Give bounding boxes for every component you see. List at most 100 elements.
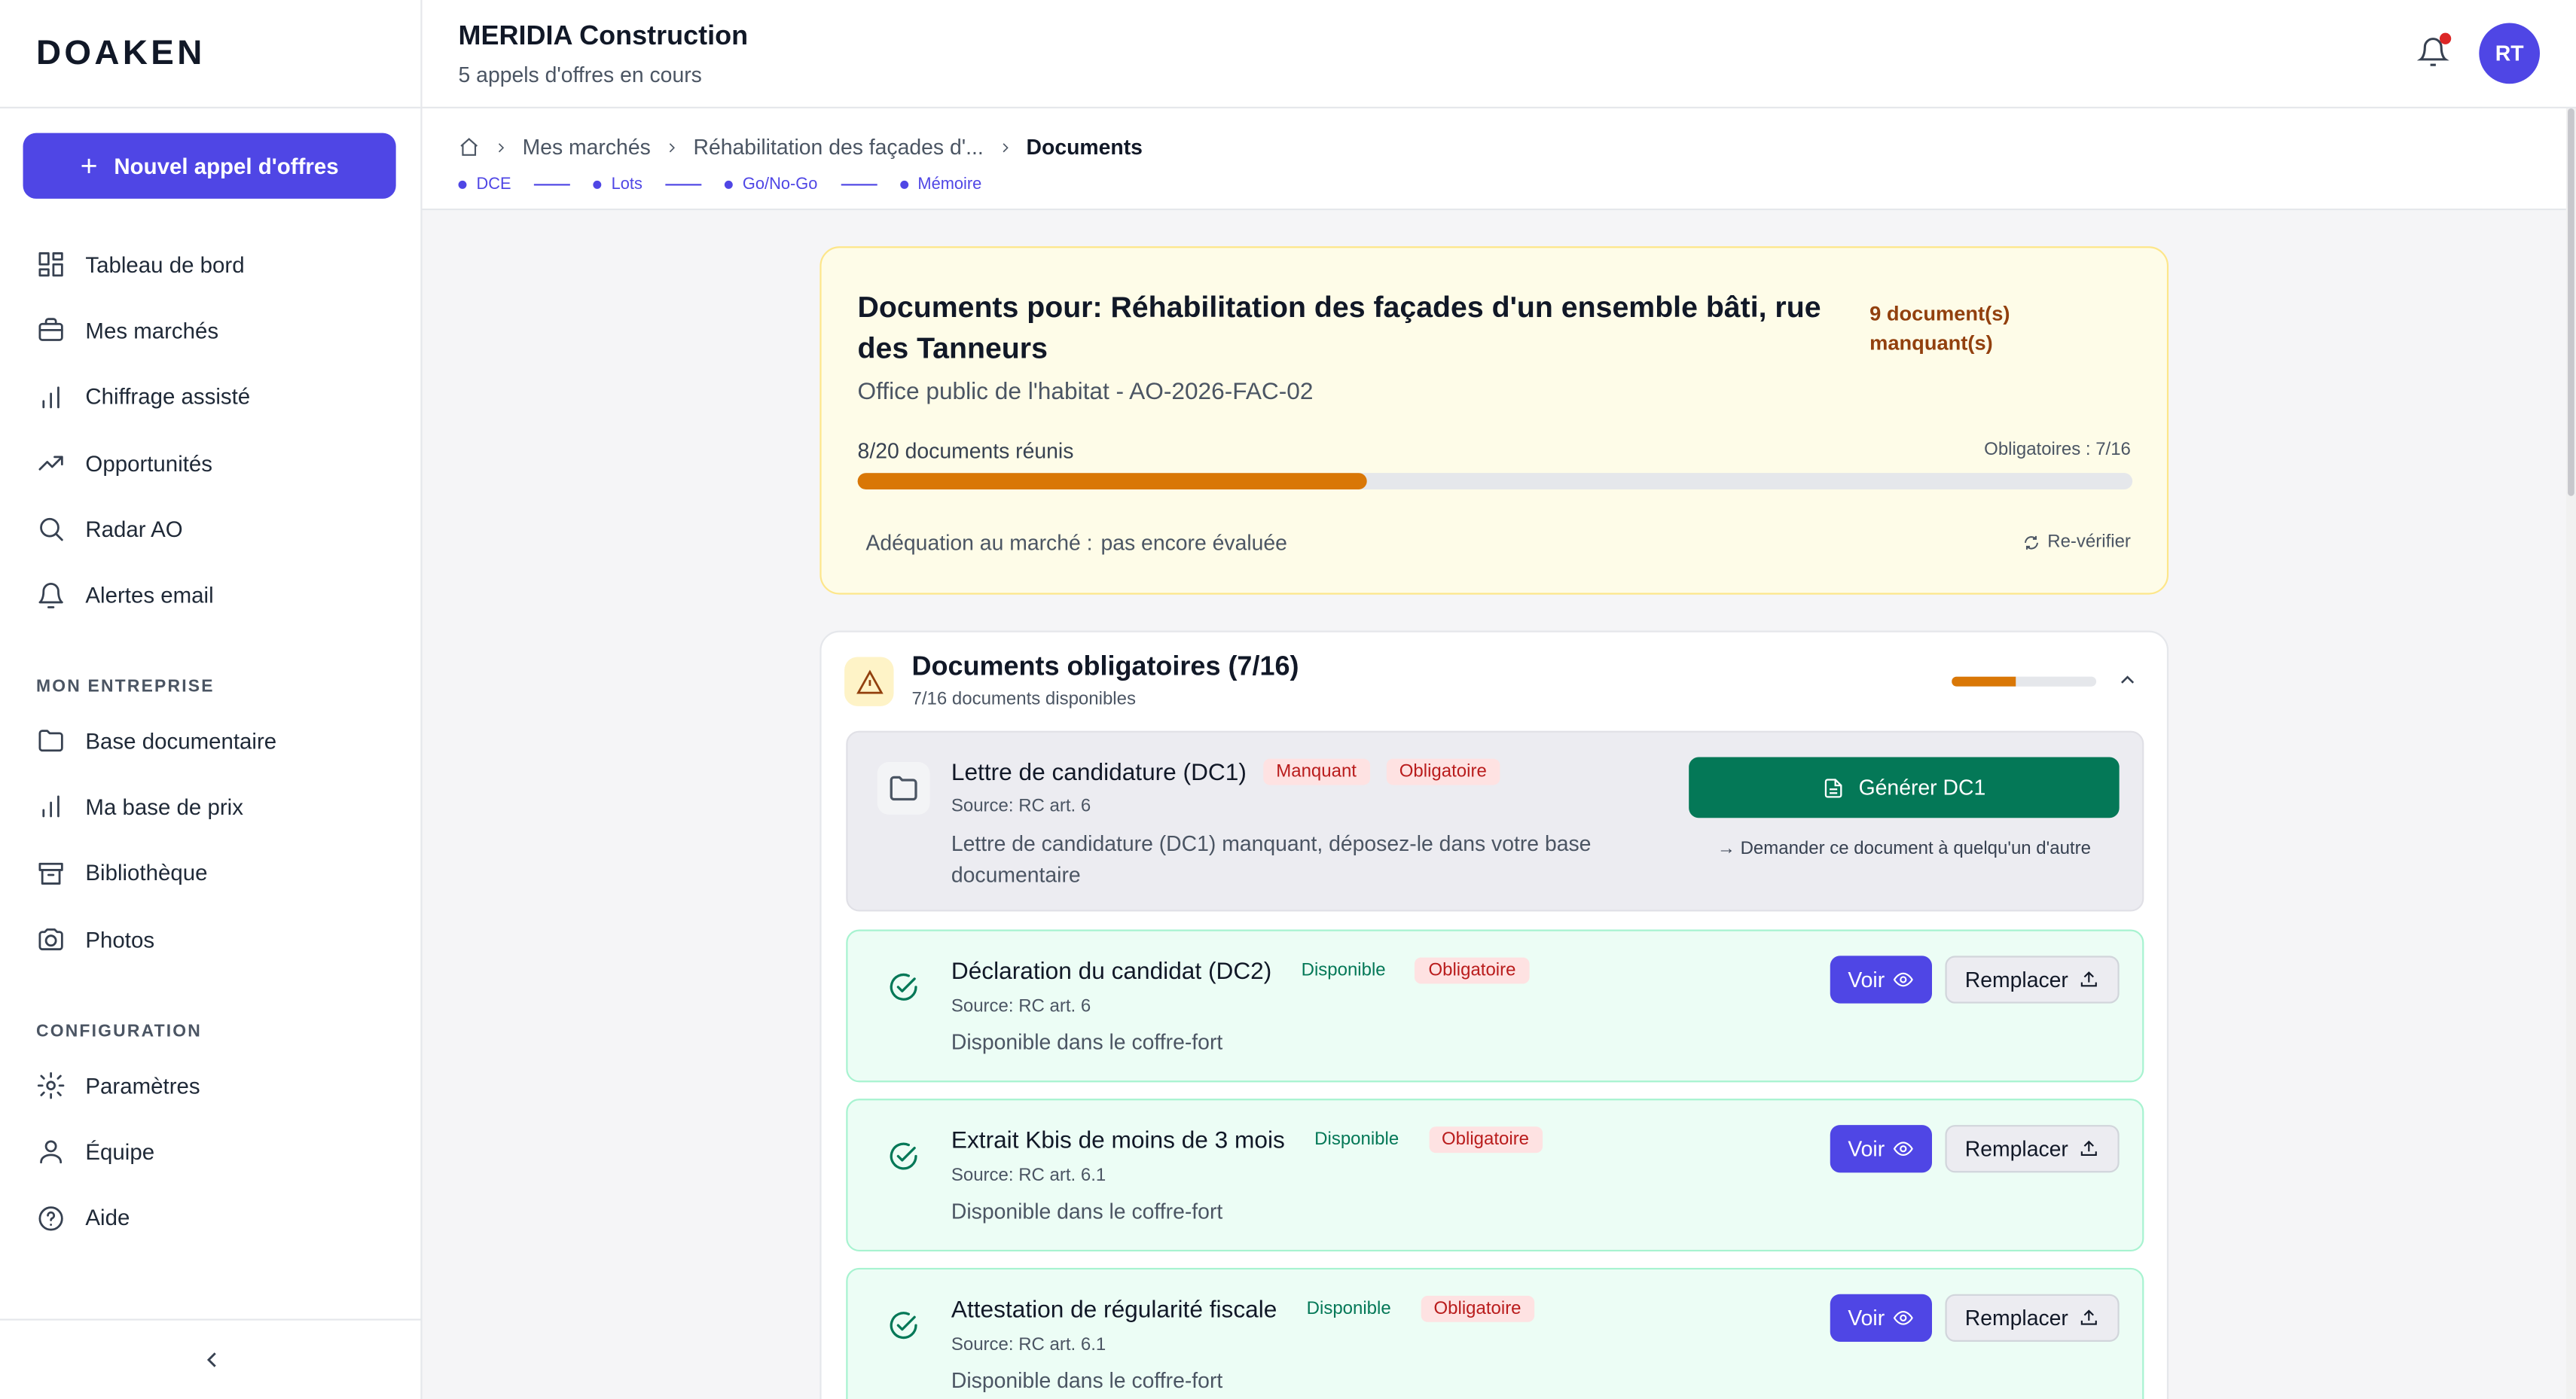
sidebar-item-prices[interactable]: Ma base de prix (0, 774, 423, 840)
sidebar-item-documents[interactable]: Base documentaire (0, 708, 423, 774)
sidebar-item-pricing[interactable]: Chiffrage assisté (0, 364, 423, 430)
replace-button[interactable]: Remplacer (1945, 1294, 2120, 1342)
adequation-row: Adéquation au marché : pas encore évaluée (858, 531, 1287, 556)
document-name: Lettre de candidature (DC1) (951, 760, 1247, 787)
chevron-right-icon (669, 142, 676, 152)
mandatory-badge: Obligatoire (1415, 957, 1529, 984)
step-memoire[interactable]: Mémoire (917, 175, 981, 194)
collapse-sidebar-button[interactable] (0, 1318, 423, 1399)
step-go-no-go[interactable]: Go/No-Go (743, 175, 817, 194)
document-description: Lettre de candidature (DC1) manquant, dé… (951, 831, 1592, 887)
header-subtitle: 5 appels d'offres en cours (458, 62, 702, 87)
refresh-icon (2025, 535, 2039, 549)
generate-label: Générer DC1 (1858, 775, 1986, 800)
sidebar-item-label: Équipe (85, 1139, 155, 1165)
search-icon (40, 518, 63, 542)
sidebar-item-radar[interactable]: Radar AO (0, 496, 423, 562)
replace-label: Remplacer (1964, 967, 2068, 992)
section-title-config: CONFIGURATION (35, 1021, 203, 1041)
sidebar-item-dashboard[interactable]: Tableau de bord (0, 232, 423, 298)
sidebar-item-label: Photos (85, 927, 155, 952)
page-title: Documents pour: Réhabilitation des façad… (857, 291, 1821, 365)
check-circle-icon (877, 1299, 930, 1352)
sidebar-item-label: Bibliothèque (85, 861, 208, 886)
chevron-right-icon (498, 142, 505, 152)
document-name-row: Extrait Kbis de moins de 3 mois Disponib… (951, 1126, 1543, 1154)
archive-icon (38, 862, 63, 885)
camera-icon (38, 928, 63, 951)
view-label: Voir (1848, 967, 1885, 992)
sidebar-item-settings[interactable]: Paramètres (0, 1053, 423, 1119)
mandatory-badge: Obligatoire (1421, 1295, 1534, 1322)
replace-label: Remplacer (1964, 1305, 2068, 1330)
sidebar-item-alerts[interactable]: Alertes email (0, 562, 423, 629)
sidebar-item-help[interactable]: Aide (0, 1185, 423, 1251)
document-name-row: Attestation de régularité fiscale Dispon… (951, 1295, 1534, 1324)
step-dce[interactable]: DCE (477, 175, 511, 194)
recheck-button[interactable]: Re-vérifier (2023, 532, 2131, 552)
page-scrollbar[interactable] (2565, 108, 2576, 1399)
document-name-row: Lettre de candidature (DC1) Manquant Obl… (951, 758, 1500, 787)
mandatory-badge: Obligatoire (1428, 1126, 1543, 1154)
sidebar-item-team[interactable]: Équipe (0, 1119, 423, 1185)
replace-label: Remplacer (1964, 1136, 2068, 1162)
status-badge: Manquant (1262, 758, 1370, 785)
sidebar-item-opportunities[interactable]: Opportunités (0, 430, 423, 496)
home-icon[interactable] (459, 136, 480, 157)
trending-up-icon (38, 456, 63, 471)
replace-button[interactable]: Remplacer (1945, 1125, 2120, 1173)
document-row-fiscal: Attestation de régularité fiscale Dispon… (846, 1267, 2144, 1399)
user-icon (40, 1141, 63, 1165)
step-connector (840, 184, 877, 186)
view-button[interactable]: Voir (1830, 1294, 1932, 1342)
sidebar-item-library[interactable]: Bibliothèque (0, 840, 423, 907)
upload-icon (2080, 1309, 2097, 1325)
avatar[interactable]: RT (2479, 23, 2541, 84)
document-name: Attestation de régularité fiscale (951, 1297, 1277, 1324)
request-label: Demander ce document à quelqu'un d'autre (1740, 839, 2091, 859)
chevron-right-icon (1002, 142, 1009, 152)
upload-icon (2080, 1140, 2097, 1157)
breadcrumb-item[interactable]: Mes marchés (523, 135, 651, 160)
collapse-section-button[interactable] (2116, 669, 2139, 700)
top-header: MERIDIA Construction 5 appels d'offres e… (422, 0, 2576, 108)
company-nav: Base documentaire Ma base de prix Biblio… (0, 708, 423, 973)
sidebar-item-markets[interactable]: Mes marchés (0, 297, 423, 364)
section-progress-bar (1952, 676, 2097, 687)
view-button[interactable]: Voir (1830, 1125, 1932, 1173)
notifications-button[interactable] (2416, 32, 2452, 72)
progress-fill (1952, 676, 2016, 687)
document-row-dc2: Déclaration du candidat (DC2) Disponible… (846, 929, 2144, 1083)
plus-icon: + (80, 149, 98, 183)
new-tender-label: Nouvel appel d'offres (114, 153, 339, 178)
step-lots[interactable]: Lots (612, 175, 642, 194)
sidebar-item-label: Aide (85, 1205, 130, 1231)
chevron-up-icon (2121, 675, 2135, 684)
missing-count: 9 document(s) manquant(s) (1869, 302, 2010, 355)
view-button[interactable]: Voir (1830, 956, 1932, 1004)
check-circle-icon (877, 1130, 930, 1183)
sidebar-item-label: Opportunités (85, 450, 213, 476)
document-source: Source: RC art. 6.1 (951, 1335, 1106, 1355)
check-circle-icon (877, 961, 930, 1013)
bell-icon (38, 582, 63, 608)
document-source: Source: RC art. 6 (951, 796, 1091, 817)
sidebar-item-label: Tableau de bord (85, 252, 245, 277)
file-text-icon (1825, 778, 1843, 797)
upload-icon (2080, 971, 2097, 987)
arrow-right-icon: → (1717, 839, 1741, 859)
documents-count: 8/20 documents réunis (857, 438, 1074, 464)
new-tender-button[interactable]: + Nouvel appel d'offres (23, 133, 396, 199)
sidebar-item-photos[interactable]: Photos (0, 907, 423, 973)
mandatory-badge: Obligatoire (1386, 758, 1500, 785)
breadcrumb-bar: Mes marchés Réhabilitation des façades d… (422, 108, 2566, 211)
generate-dc1-button[interactable]: Générer DC1 (1689, 757, 2120, 818)
adequation-value: pas encore évaluée (1100, 530, 1287, 556)
scrollbar-thumb[interactable] (2568, 108, 2574, 496)
breadcrumb-item[interactable]: Réhabilitation des façades d'... (694, 135, 984, 160)
document-name-row: Déclaration du candidat (DC2) Disponible… (951, 957, 1529, 986)
logo[interactable]: DOAKEN (36, 34, 206, 73)
replace-button[interactable]: Remplacer (1945, 956, 2120, 1004)
document-description: Disponible dans le coffre-fort (951, 1367, 1223, 1393)
request-document-link[interactable]: → Demander ce document à quelqu'un d'aut… (1689, 840, 2119, 859)
